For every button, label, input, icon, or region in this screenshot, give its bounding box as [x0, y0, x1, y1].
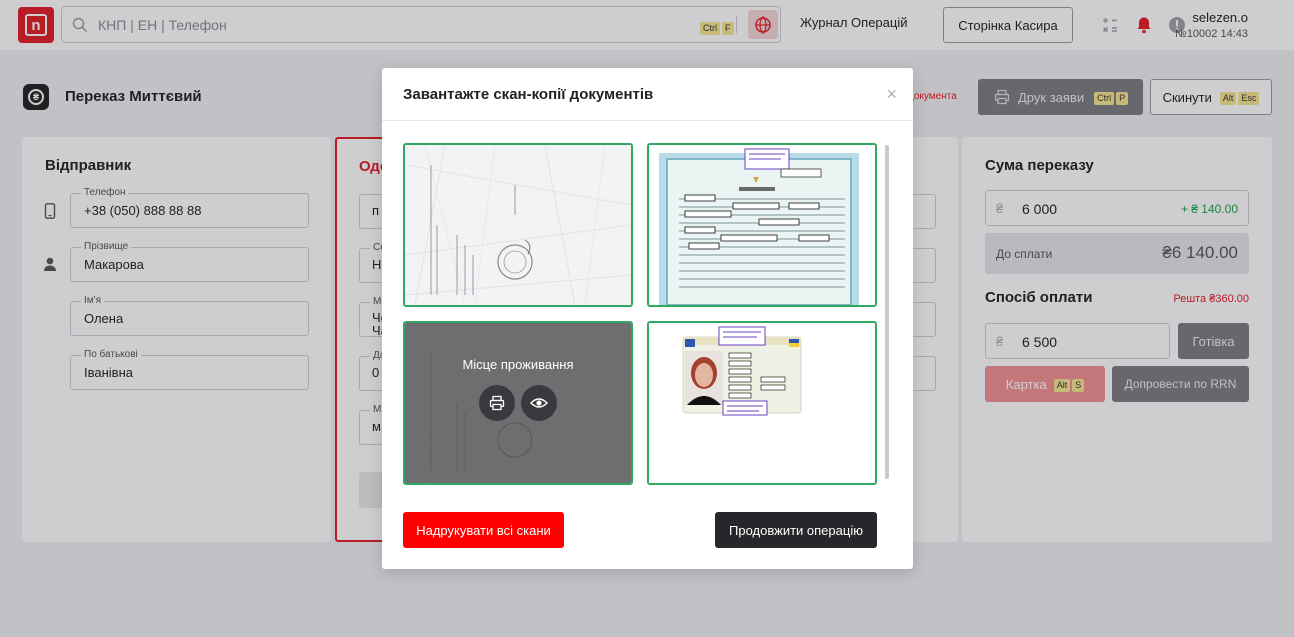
scan-document-image: [405, 145, 631, 305]
upload-scans-modal: Завантажте скан-копії документів × Місце…: [382, 68, 913, 569]
scan-thumbnail[interactable]: [647, 321, 877, 485]
close-icon[interactable]: ×: [886, 85, 897, 103]
scan-document-image: [649, 145, 875, 305]
scan-caption: Місце проживання: [462, 357, 574, 372]
printer-icon: [489, 395, 505, 411]
scan-document-image: [649, 323, 875, 483]
eye-icon: [530, 398, 548, 408]
scan-thumbnail[interactable]: [403, 143, 633, 307]
print-all-scans-button[interactable]: Надрукувати всі скани: [403, 512, 564, 548]
scan-thumbnail[interactable]: [647, 143, 877, 307]
modal-title: Завантажте скан-копії документів: [403, 86, 654, 103]
view-scan-button[interactable]: [521, 385, 557, 421]
hover-shade: [405, 323, 631, 483]
print-scan-button[interactable]: [479, 385, 515, 421]
scan-thumbnail-hovered[interactable]: Місце проживання: [403, 321, 633, 485]
scrollbar-thumb[interactable]: [885, 145, 889, 479]
divider: [382, 120, 913, 121]
continue-operation-button[interactable]: Продовжити операцію: [715, 512, 877, 548]
scrollbar[interactable]: [885, 145, 889, 479]
